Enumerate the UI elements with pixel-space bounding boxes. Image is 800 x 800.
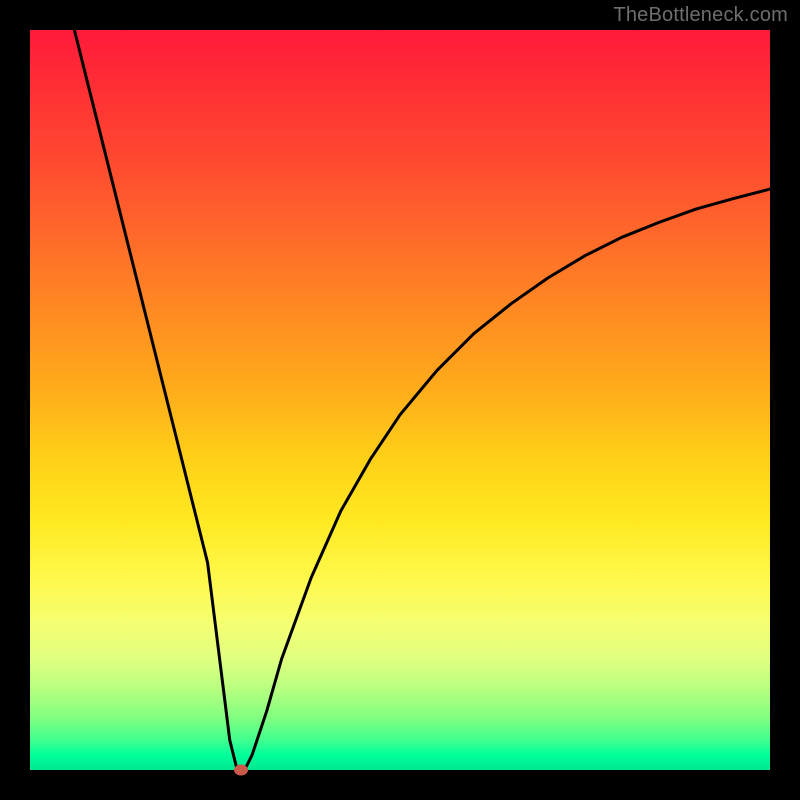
- watermark-text: TheBottleneck.com: [613, 4, 788, 27]
- chart-frame: TheBottleneck.com: [0, 0, 800, 800]
- curve-svg: [30, 30, 770, 770]
- bottleneck-curve: [74, 30, 770, 770]
- plot-area: [30, 30, 770, 770]
- minimum-marker: [234, 765, 248, 776]
